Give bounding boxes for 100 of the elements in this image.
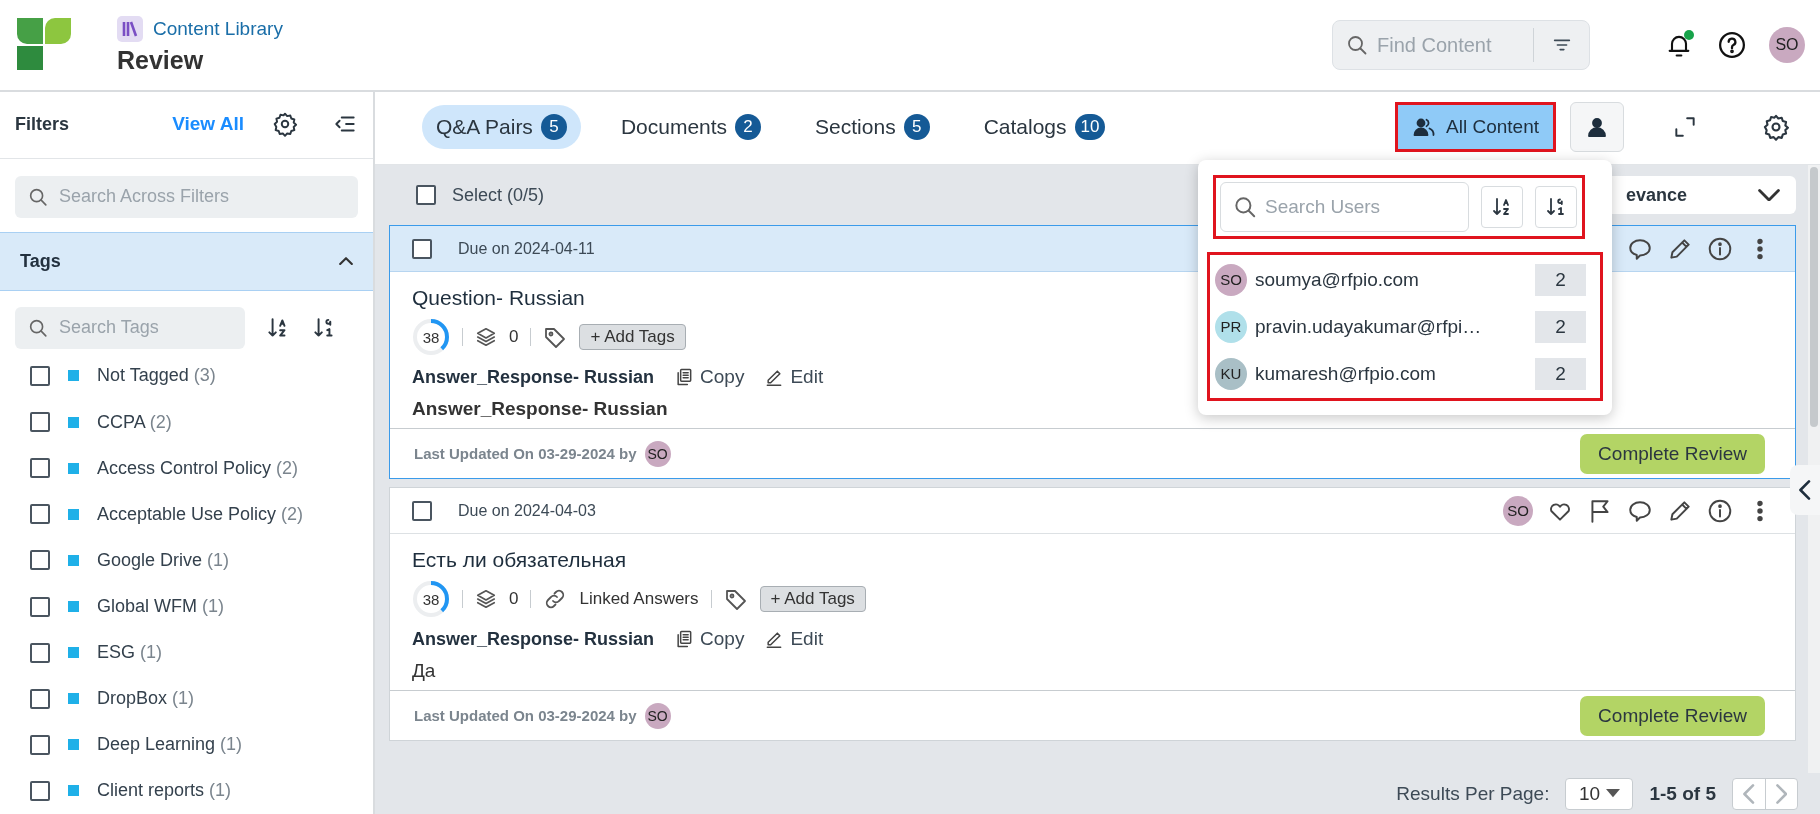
help-icon[interactable] [1717,30,1747,60]
all-content-button[interactable]: All Content [1395,102,1556,152]
checkbox[interactable] [30,365,50,386]
tag-label[interactable]: Acceptable Use Policy (2) [97,503,304,525]
my-content-button[interactable] [1570,102,1624,152]
checkbox[interactable] [30,458,50,479]
user-email[interactable]: soumya@rfpio.com [1255,268,1527,291]
checkbox[interactable] [30,780,50,801]
per-page-label: Results Per Page: [1396,782,1550,805]
tab[interactable]: Documents 2 [606,105,776,149]
per-page-dropdown[interactable]: 10 [1565,777,1634,810]
tag-label[interactable]: Client reports (1) [97,780,232,802]
edit-button[interactable]: Edit [764,628,824,650]
chevron-right-icon [1775,783,1788,804]
info-icon[interactable] [1707,497,1733,524]
answer-text: Да [412,660,436,682]
answer-text: Answer_Response- Russian [412,398,668,420]
linked-answers-link[interactable]: Linked Answers [579,589,699,609]
product-name[interactable]: Content Library [153,17,283,40]
user-email[interactable]: pravin.udayakumar@rfpi… [1255,315,1527,338]
checkbox[interactable] [30,688,50,709]
tag-label[interactable]: Access Control Policy (2) [97,457,299,479]
complete-review-button[interactable]: Complete Review [1580,433,1765,474]
tag-label[interactable]: Not Tagged (3) [97,365,216,387]
search-field[interactable]: Search Across Filters [15,176,358,218]
chevron-left-icon [1799,480,1811,500]
answer-title: Answer_Response- Russian [412,366,655,388]
checkbox[interactable] [412,238,432,259]
user-avatar: SO [644,702,671,729]
checkbox[interactable] [30,642,50,663]
tag-marker [68,370,79,382]
tab[interactable]: Q&A Pairs 5 [422,105,581,149]
copy-button[interactable]: Copy [674,366,745,388]
tab[interactable]: Sections 5 [801,105,944,149]
tag-label[interactable]: DropBox (1) [97,688,195,710]
user-avatar: SO [644,440,671,467]
chevron-down-icon [1758,188,1780,202]
due-date: Due on 2024-04-03 [458,501,597,520]
user-avatar: KU [1215,357,1247,390]
last-updated: Last Updated On 03-29-2024 by [414,707,637,724]
user-avatar: SO [1215,263,1247,296]
settings-icon[interactable] [272,111,298,138]
user-avatar[interactable]: SO [1769,27,1805,63]
expand-panel-tab[interactable] [1790,465,1820,515]
scrollbar[interactable] [1808,165,1820,773]
layers-icon [475,588,497,610]
tag-label[interactable]: Global WFM (1) [97,596,224,617]
checkbox[interactable] [30,412,50,433]
user-avatar: SO [1503,495,1533,526]
score-ring: 38 [412,318,450,356]
score-ring: 38 [412,580,450,618]
settings-icon[interactable] [1762,113,1790,141]
tag-marker [68,785,79,797]
tag-marker [68,693,79,705]
search-icon [1232,194,1258,220]
tag-label[interactable]: Google Drive (1) [97,549,230,571]
filters-title: Filters [15,113,71,135]
tag-icon [723,587,748,611]
library-icon [117,15,143,42]
tag-label[interactable]: Deep Learning (1) [97,734,243,756]
info-icon[interactable] [1707,235,1733,262]
add-tags-button[interactable]: + Add Tags [759,586,866,612]
qa-card[interactable]: Due on 2024-04-03 SO Есть ли обязательная 38 0 Linked Answers + Add Tags Answer_Response- Russian Copy Edit Да Last Updated On 03-29-2024 by SO Complete Review [389,487,1796,741]
tag-label[interactable]: CCPA (2) [97,411,172,433]
search-field[interactable]: Search Users [1220,182,1469,232]
checkbox[interactable] [30,550,50,571]
checkbox[interactable] [412,500,432,521]
sort-alphabetical-button[interactable] [1481,186,1523,228]
add-tags-button[interactable]: + Add Tags [579,324,686,350]
section-header[interactable]: Tags [0,231,373,291]
answer-title: Answer_Response- Russian [412,628,655,650]
tag-marker [68,462,79,474]
tag-marker [68,647,79,659]
user-email[interactable]: kumaresh@rfpio.com [1255,362,1527,385]
edit-button[interactable]: Edit [764,366,824,388]
last-updated: Last Updated On 03-29-2024 by [414,445,637,462]
page-title: Review [117,45,205,75]
checkbox[interactable] [416,185,436,205]
checkbox[interactable] [30,596,50,617]
tab[interactable]: Catalogs 10 [969,105,1120,149]
section-title: Tags [20,250,61,272]
search-bar[interactable]: Find Content [1332,20,1590,70]
version-count: 0 [509,327,519,347]
copy-button[interactable]: Copy [674,628,745,650]
search-field[interactable]: Find Content [1333,21,1533,69]
caret-down-icon [1606,789,1621,798]
complete-review-button[interactable]: Complete Review [1580,695,1765,736]
question-title[interactable]: Question- Russian [412,286,585,310]
search-field[interactable]: Search Tags [15,306,245,349]
checkbox[interactable] [30,504,50,525]
checkbox[interactable] [30,734,50,755]
tag-label[interactable]: ESG (1) [97,642,162,664]
user-icon [1585,115,1609,139]
question-title[interactable]: Есть ли обязательная [412,548,627,572]
chevron-up-icon [339,257,353,266]
expand-icon[interactable] [1672,114,1698,140]
tag-marker [68,508,79,520]
sort-numeric-button[interactable] [1535,186,1577,228]
user-count: 2 [1535,263,1586,296]
user-count: 2 [1535,310,1586,343]
